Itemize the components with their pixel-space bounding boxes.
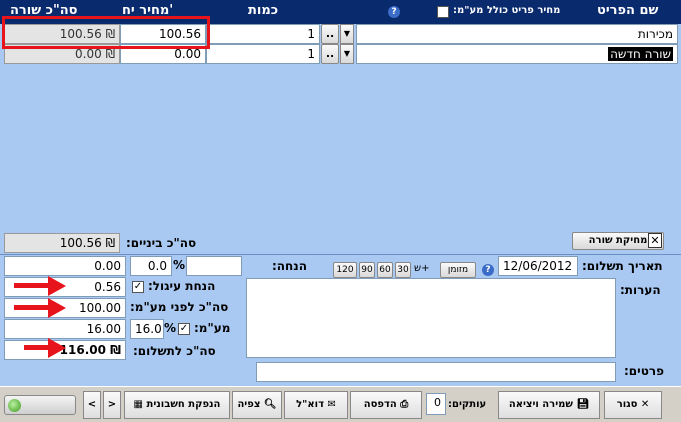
- price-incl-vat-checkbox[interactable]: [437, 6, 449, 18]
- save-exit-label: שמירה ויציאה: [508, 399, 573, 410]
- annotation-arrow-total: [24, 338, 66, 358]
- quantity-header: כמות: [248, 3, 279, 18]
- next-button[interactable]: >: [103, 391, 121, 419]
- preview-label: צפיה: [237, 399, 261, 410]
- vat-percent-input[interactable]: 16.0: [130, 319, 164, 339]
- days-90-button[interactable]: 90: [359, 262, 375, 278]
- close-x-icon: ✕: [640, 399, 650, 410]
- details-label: פרטים:: [624, 364, 664, 378]
- annotation-arrow-rounding: [14, 276, 66, 296]
- notes-label: הערות:: [620, 283, 661, 297]
- status-indicator: [4, 395, 76, 415]
- payment-date-input[interactable]: 12/06/2012: [498, 256, 578, 276]
- help-icon[interactable]: ?: [388, 6, 400, 18]
- printer-icon: ⎙: [400, 399, 409, 410]
- preview-icon: 🔍︎: [263, 399, 277, 410]
- cash-button[interactable]: מזומן: [440, 262, 476, 278]
- rounding-checkbox[interactable]: ✓: [132, 281, 144, 293]
- item-name-header: שם הפריט: [597, 3, 659, 18]
- details-input[interactable]: [256, 362, 616, 382]
- bottom-toolbar: < > הנפקת חשבונית ▦ 🔍︎ צפיה ✉ דוא"ל ⎙ הד…: [0, 386, 681, 422]
- save-exit-button[interactable]: 💾︎ שמירה ויציאה: [498, 391, 600, 419]
- payment-help-icon[interactable]: ?: [482, 264, 494, 276]
- preview-button[interactable]: 🔍︎ צפיה: [232, 391, 282, 419]
- row-1-qty[interactable]: 1: [206, 24, 320, 44]
- vat-label: מע"מ:: [194, 321, 231, 335]
- email-label: דוא"ל: [296, 399, 324, 410]
- delete-line-label: מחיקת שורה: [588, 235, 648, 246]
- row-1-dropdown-icon[interactable]: ▼: [340, 24, 354, 44]
- notes-textarea[interactable]: [246, 278, 616, 358]
- vat-value: 16.00: [4, 319, 126, 339]
- days-60-button[interactable]: 60: [377, 262, 393, 278]
- subtotal-label: סה"כ ביניים:: [126, 236, 197, 250]
- highlight-box: [2, 16, 210, 49]
- row-2-qty[interactable]: 1: [206, 44, 320, 64]
- row-1-more-button[interactable]: ..: [321, 24, 339, 44]
- status-light-icon: [8, 399, 21, 412]
- save-disk-icon: 💾︎: [576, 399, 590, 410]
- invoice-icon: ▦: [133, 399, 143, 410]
- before-vat-label: סה"כ לפני מע"מ:: [130, 300, 229, 314]
- divider: [0, 254, 681, 255]
- days-30-button[interactable]: 30: [395, 262, 411, 278]
- total-payment-label: סה"כ לתשלום:: [133, 344, 216, 358]
- vat-percent-sign: %: [164, 321, 177, 335]
- copies-input[interactable]: 0: [426, 393, 446, 415]
- vat-checkbox[interactable]: ✓: [178, 323, 190, 335]
- discount-label: הנחה:: [272, 259, 307, 273]
- discount-percent-input[interactable]: 0.0: [130, 256, 172, 276]
- row-1-item-name[interactable]: מכירות: [356, 24, 678, 44]
- price-incl-vat-label: מחיר פריט כולל מע"מ:: [453, 5, 561, 16]
- prev-button[interactable]: <: [83, 391, 101, 419]
- close-button[interactable]: ✕ סגור: [604, 391, 662, 419]
- row-2-item-name[interactable]: שורה חדשה: [356, 44, 678, 64]
- subtotal-value: 100.56 ₪: [4, 233, 120, 253]
- days-120-button[interactable]: 120: [333, 262, 357, 278]
- discount-percent-sign: %: [173, 258, 186, 272]
- discount-amount: 0.00: [4, 256, 126, 276]
- delete-x-icon: ✕: [648, 233, 662, 248]
- copies-label: עותקים:: [448, 399, 487, 410]
- issue-invoice-label: הנפקת חשבונית: [146, 399, 221, 410]
- close-label: סגור: [616, 399, 638, 410]
- row-2-item-name-text: שורה חדשה: [608, 47, 673, 61]
- row-2-dropdown-icon[interactable]: ▼: [340, 44, 354, 64]
- rounding-label: הנחת עיגול:: [148, 279, 216, 293]
- print-label: הדפסה: [363, 399, 397, 410]
- days-plus-label: ש+: [414, 263, 430, 274]
- annotation-arrow-before-vat: [14, 298, 66, 318]
- print-button[interactable]: ⎙ הדפסה: [350, 391, 422, 419]
- email-button[interactable]: ✉ דוא"ל: [284, 391, 348, 419]
- issue-invoice-button[interactable]: הנפקת חשבונית ▦: [124, 391, 230, 419]
- discount-input[interactable]: [186, 256, 242, 276]
- payment-date-label: תאריך תשלום:: [582, 259, 663, 273]
- envelope-icon: ✉: [327, 399, 336, 410]
- row-2-more-button[interactable]: ..: [321, 44, 339, 64]
